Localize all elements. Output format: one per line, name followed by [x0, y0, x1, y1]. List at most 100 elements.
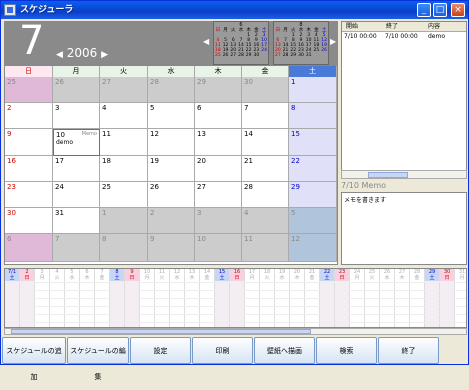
timeline-day[interactable]: 23 日 — [335, 269, 350, 327]
day-cell[interactable]: 11 — [242, 234, 289, 262]
day-cell[interactable]: 17 — [53, 156, 100, 182]
day-cell[interactable]: 22 — [289, 156, 337, 182]
day-cell[interactable]: 26 — [53, 77, 100, 103]
day-cell[interactable]: 29 — [289, 182, 337, 208]
timeline-day[interactable]: 18 火 — [260, 269, 275, 327]
list-row[interactable]: 7/10 00:00 7/10 00:00 demo — [342, 32, 466, 41]
day-cell[interactable]: 2 — [5, 103, 53, 129]
day-cell[interactable]: 15 — [289, 129, 337, 156]
toolbar-button-2[interactable]: 設定 — [130, 337, 191, 364]
day-cell[interactable]: 5 — [148, 103, 195, 129]
timeline-day[interactable]: 30 日 — [440, 269, 455, 327]
timeline-day[interactable]: 25 火 — [365, 269, 380, 327]
timeline-day[interactable]: 27 木 — [395, 269, 410, 327]
memo-textarea[interactable]: メモを書きます — [341, 192, 467, 265]
day-cell[interactable]: 7 — [242, 103, 289, 129]
day-cell[interactable]: 29 — [195, 77, 242, 103]
day-cell[interactable]: 28 — [242, 182, 289, 208]
timeline-day[interactable]: 16 日 — [230, 269, 245, 327]
timeline-day[interactable]: 12 水 — [170, 269, 185, 327]
timeline-day[interactable]: 5水 — [65, 269, 80, 327]
day-cell[interactable]: 26 — [148, 182, 195, 208]
day-cell[interactable]: 24 — [53, 182, 100, 208]
day-cell[interactable]: 12 — [289, 234, 337, 262]
minimize-button[interactable]: _ — [417, 3, 431, 17]
day-cell[interactable]: 10 Memo demo — [53, 129, 100, 156]
col-content[interactable]: 内容 — [428, 22, 440, 32]
day-cell[interactable]: 25 — [5, 77, 53, 103]
timeline-day[interactable]: 11 火 — [155, 269, 170, 327]
day-cell[interactable]: 7 — [53, 234, 100, 262]
timeline-day[interactable]: 13 木 — [185, 269, 200, 327]
day-cell[interactable]: 10 — [195, 234, 242, 262]
day-cell[interactable]: 8 — [100, 234, 148, 262]
timeline-day[interactable]: 20 木 — [290, 269, 305, 327]
toolbar-button-0[interactable]: スケジュールの追加 — [2, 337, 66, 381]
timeline-day[interactable]: 24 月 — [350, 269, 365, 327]
day-cell[interactable]: 19 — [148, 156, 195, 182]
timeline-day[interactable]: 21 金 — [305, 269, 320, 327]
day-cell[interactable]: 28 — [148, 77, 195, 103]
day-cell[interactable]: 4 — [100, 103, 148, 129]
day-cell[interactable]: 12 — [148, 129, 195, 156]
timeline-day[interactable]: 4火 — [50, 269, 65, 327]
toolbar-button-5[interactable]: 検索 — [316, 337, 377, 364]
day-cell[interactable]: 2 — [148, 208, 195, 234]
timeline-day[interactable]: 29 土 — [425, 269, 440, 327]
timeline-day[interactable]: 17 月 — [245, 269, 260, 327]
day-cell[interactable]: 31 — [53, 208, 100, 234]
day-cell[interactable]: 3 — [195, 208, 242, 234]
day-cell[interactable]: 5 — [289, 208, 337, 234]
timeline-day[interactable]: 3月 — [35, 269, 50, 327]
day-cell[interactable]: 11 — [100, 129, 148, 156]
next-year-arrow-icon[interactable]: ▶ — [101, 50, 108, 60]
day-cell[interactable]: 6 — [5, 234, 53, 262]
list-scrollbar[interactable] — [341, 170, 467, 179]
day-cell[interactable]: 1 — [100, 208, 148, 234]
col-start[interactable]: 開始 — [346, 22, 358, 32]
toolbar-button-6[interactable]: 終了 — [378, 337, 439, 364]
timeline-day[interactable]: 8土 — [110, 269, 125, 327]
timeline-scrollbar[interactable] — [4, 328, 467, 335]
day-cell[interactable]: 20 — [195, 156, 242, 182]
prev-year-arrow-icon[interactable]: ◀ — [56, 50, 63, 60]
timeline-day[interactable]: 7/1 土 — [5, 269, 20, 327]
timeline-day[interactable]: 26 水 — [380, 269, 395, 327]
day-cell[interactable]: 25 — [100, 182, 148, 208]
toolbar-button-3[interactable]: 印刷 — [192, 337, 253, 364]
day-cell[interactable]: 1 — [289, 77, 337, 103]
day-cell[interactable]: 3 — [53, 103, 100, 129]
mini-calendar-8[interactable]: 8 日月火水木金土 1 2 3 4 5 6 7 8 9 10 11 12 13 14 15 16 17 18 19 20 2… — [273, 21, 329, 65]
day-cell[interactable]: 23 — [5, 182, 53, 208]
col-end[interactable]: 終了 — [386, 22, 398, 32]
day-cell[interactable]: 14 — [242, 129, 289, 156]
day-cell[interactable]: 18 — [100, 156, 148, 182]
mini-next-arrow-icon[interactable]: ▶ — [330, 37, 336, 46]
timeline-day[interactable]: 2日 — [20, 269, 35, 327]
day-cell[interactable]: 30 — [5, 208, 53, 234]
mini-calendar-6[interactable]: 6 日月火水木金土 1 2 3 4 5 6 7 8 9 10 11 12 13 14 15 16 17 18 19 20 2… — [213, 21, 269, 65]
day-cell[interactable]: 16 — [5, 156, 53, 182]
mini-prev-arrow-icon[interactable]: ◀ — [203, 37, 209, 46]
close-button[interactable]: × — [451, 3, 465, 17]
timeline-day[interactable]: 6木 — [80, 269, 95, 327]
day-cell[interactable]: 27 — [100, 77, 148, 103]
day-cell[interactable]: 30 — [242, 77, 289, 103]
timeline-day[interactable]: 31 月 — [455, 269, 466, 327]
maximize-button[interactable]: □ — [433, 3, 447, 17]
timeline-day[interactable]: 14 金 — [200, 269, 215, 327]
timeline-day[interactable]: 10 月 — [140, 269, 155, 327]
day-cell[interactable]: 8 — [289, 103, 337, 129]
toolbar-button-4[interactable]: 壁紙へ描画 — [254, 337, 315, 364]
day-cell[interactable]: 6 — [195, 103, 242, 129]
day-cell[interactable]: 9 — [5, 129, 53, 156]
timeline-day[interactable]: 9日 — [125, 269, 140, 327]
timeline-day[interactable]: 7金 — [95, 269, 110, 327]
day-cell[interactable]: 9 — [148, 234, 195, 262]
title-bar[interactable]: スケジューラ _ □ × — [1, 1, 468, 19]
day-cell[interactable]: 4 — [242, 208, 289, 234]
timeline-day[interactable]: 28 金 — [410, 269, 425, 327]
day-cell[interactable]: 27 — [195, 182, 242, 208]
timeline-day[interactable]: 15 土 — [215, 269, 230, 327]
toolbar-button-1[interactable]: スケジュールの編集 — [67, 337, 129, 381]
